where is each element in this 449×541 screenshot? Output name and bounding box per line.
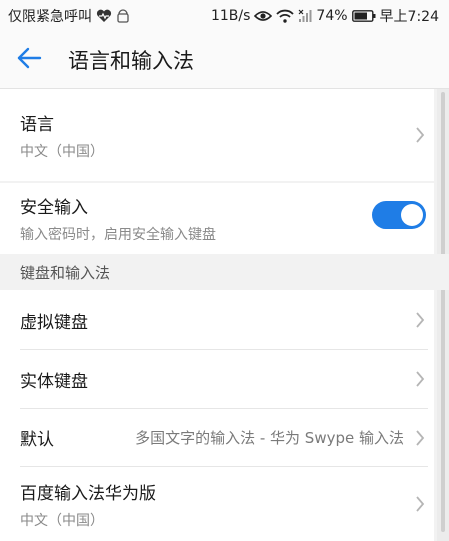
scrollbar-thumb[interactable] bbox=[441, 92, 445, 532]
secure-input-toggle[interactable] bbox=[372, 201, 426, 229]
virtual-keyboard-label: 虚拟键盘 bbox=[20, 312, 88, 333]
battery-percent: 74% bbox=[316, 8, 348, 24]
baidu-ime-sub: 中文（中国） bbox=[20, 512, 104, 529]
language-label: 语言 bbox=[20, 114, 54, 135]
physical-keyboard-row[interactable]: 实体键盘 bbox=[0, 350, 434, 408]
chevron-right-icon bbox=[406, 95, 434, 175]
health-heart-icon bbox=[96, 9, 112, 23]
chevron-right-icon bbox=[406, 468, 434, 540]
default-ime-value: 多国文字的输入法 - 华为 Swype 输入法 bbox=[135, 429, 404, 447]
default-ime-label: 默认 bbox=[20, 430, 54, 450]
secure-input-row[interactable]: 安全输入 输入密码时，启用安全输入键盘 bbox=[0, 187, 434, 249]
default-ime-row[interactable]: 默认 多国文字的输入法 - 华为 Swype 输入法 bbox=[0, 409, 434, 466]
secure-input-desc: 输入密码时，启用安全输入键盘 bbox=[20, 226, 216, 243]
baidu-ime-row[interactable]: 百度输入法华为版 中文（中国） bbox=[0, 468, 434, 540]
keyboards-section-header: 键盘和输入法 bbox=[0, 254, 449, 290]
signal-no-sim-icon bbox=[298, 9, 312, 23]
android-notification-icon bbox=[116, 9, 130, 23]
net-speed-text: 11B/s bbox=[210, 8, 251, 24]
clock-time: 早上7:24 bbox=[379, 9, 439, 25]
eye-comfort-icon bbox=[254, 10, 273, 22]
page-title: 语言和输入法 bbox=[68, 49, 194, 73]
chevron-right-icon bbox=[406, 409, 434, 466]
carrier-text: 仅限紧急呼叫 bbox=[8, 9, 92, 25]
toggle-knob bbox=[401, 204, 423, 226]
physical-keyboard-label: 实体键盘 bbox=[20, 371, 88, 392]
virtual-keyboard-row[interactable]: 虚拟键盘 bbox=[0, 292, 434, 348]
language-value: 中文（中国） bbox=[20, 143, 104, 160]
battery-icon bbox=[351, 10, 376, 22]
back-button[interactable] bbox=[0, 32, 58, 89]
divider bbox=[20, 466, 428, 467]
chevron-right-icon bbox=[406, 292, 434, 348]
arrow-left-icon bbox=[16, 47, 42, 73]
wifi-icon bbox=[276, 9, 295, 23]
language-row[interactable]: 语言 中文（中国） bbox=[0, 95, 434, 175]
app-bar: 语言和输入法 bbox=[0, 32, 449, 89]
baidu-ime-label: 百度输入法华为版 bbox=[20, 483, 156, 504]
chevron-right-icon bbox=[406, 350, 434, 408]
status-bar: 仅限紧急呼叫 11B/s 74% 早上7:24 bbox=[0, 0, 449, 32]
